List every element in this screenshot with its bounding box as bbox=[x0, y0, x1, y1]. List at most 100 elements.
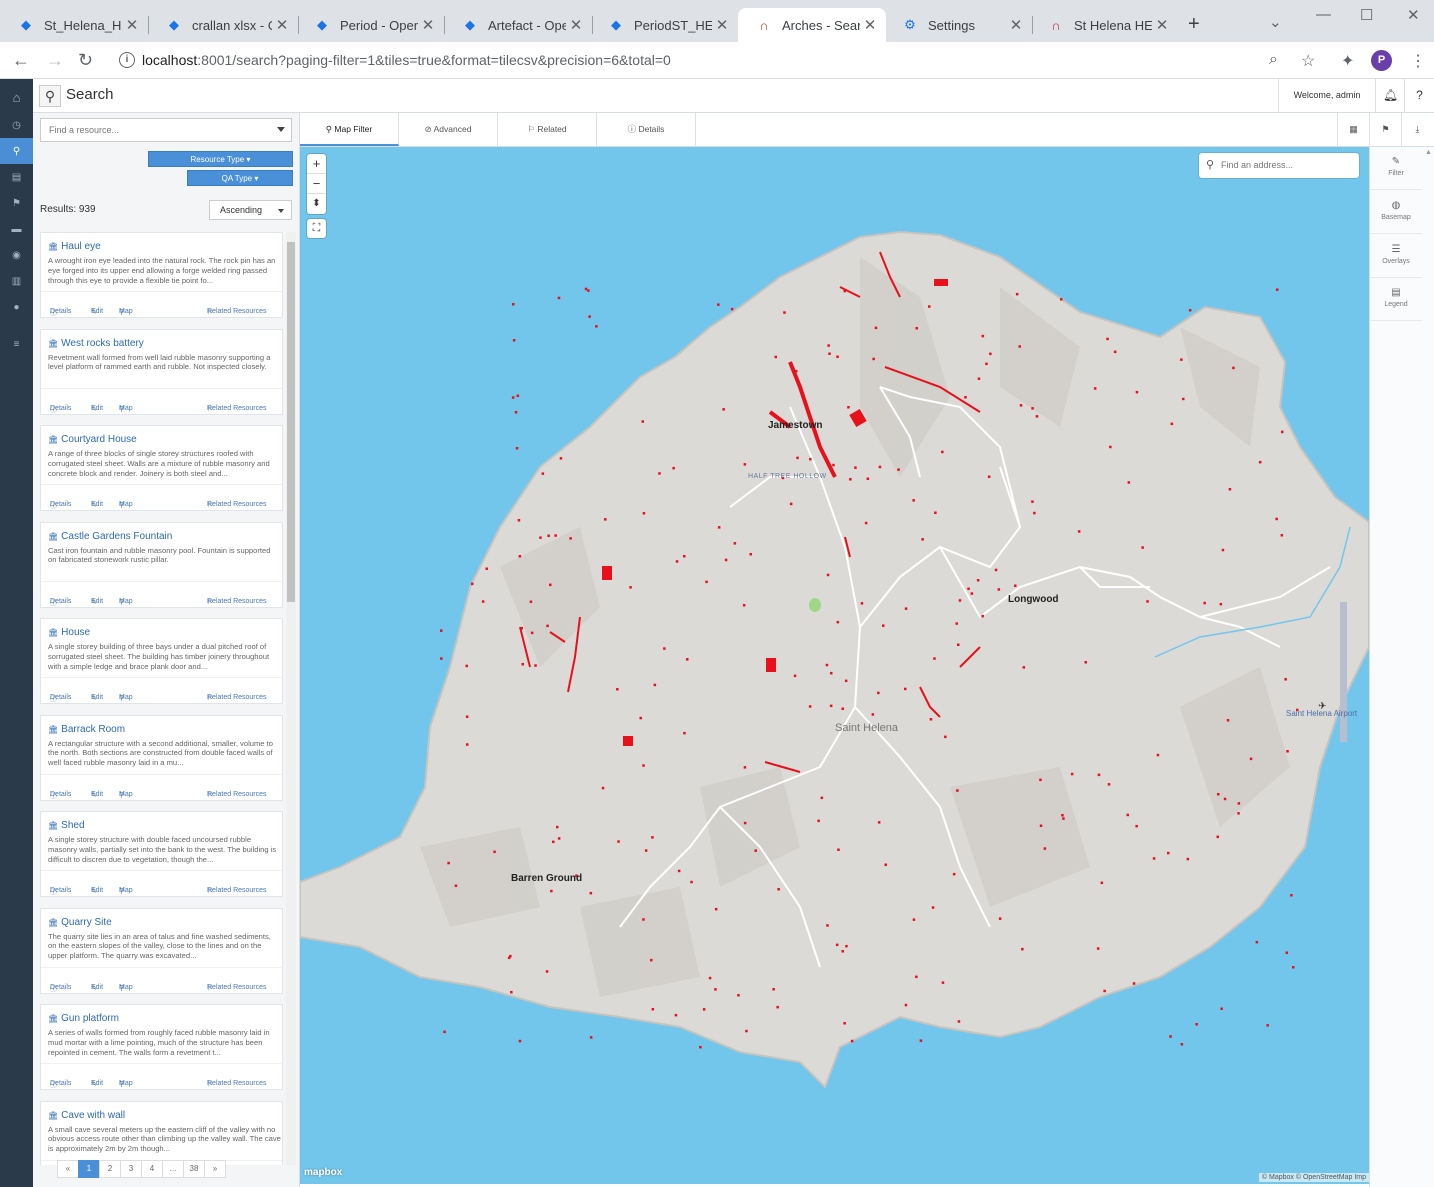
page-4[interactable]: 4 bbox=[141, 1160, 163, 1178]
fullscreen-icon[interactable]: ⛶ bbox=[307, 219, 326, 238]
page-2[interactable]: 2 bbox=[99, 1160, 121, 1178]
collector-icon[interactable]: ▬ bbox=[0, 216, 33, 242]
result-title[interactable]: 🏛︎ Barrack Room bbox=[48, 724, 125, 735]
zoom-icon[interactable]: ⌕ bbox=[1269, 51, 1278, 69]
close-icon[interactable]: ✕ bbox=[712, 16, 732, 34]
download-icon[interactable]: ⤓ bbox=[1401, 113, 1433, 146]
welcome-user[interactable]: Welcome, admin bbox=[1278, 79, 1375, 112]
result-title[interactable]: 🏛︎ Cave with wall bbox=[48, 1110, 125, 1121]
result-title-text[interactable]: Castle Gardens Fountain bbox=[61, 531, 172, 542]
compass-icon[interactable]: ⬍ bbox=[307, 194, 326, 214]
result-card[interactable]: 🏛︎ House A single storey building of three… bbox=[40, 618, 283, 704]
result-title[interactable]: 🏛︎ Shed bbox=[48, 820, 85, 831]
bookmark-icon[interactable]: ⚑ bbox=[1369, 113, 1401, 146]
result-title-text[interactable]: Cave with wall bbox=[61, 1110, 125, 1121]
result-card[interactable]: 🏛︎ Castle Gardens Fountain Cast iron fount… bbox=[40, 521, 283, 608]
zoom-in-button[interactable]: + bbox=[307, 154, 326, 174]
map-view[interactable]: ✈ + − ⬍ ⛶ ⚲ Find an address... Jamestown… bbox=[300, 147, 1369, 1184]
result-title[interactable]: 🏛︎ Quarry Site bbox=[48, 917, 112, 928]
tab-related[interactable]: ⚐ Related bbox=[498, 113, 597, 146]
result-card[interactable]: 🏛︎ Barrack Room A rectangular structure wi… bbox=[40, 714, 283, 801]
new-tab-icon[interactable]: + bbox=[1188, 13, 1200, 36]
zoom-out-button[interactable]: − bbox=[307, 174, 326, 194]
bookmark-nav-icon[interactable]: ⚑ bbox=[0, 190, 33, 216]
close-icon[interactable]: ✕ bbox=[566, 16, 586, 34]
close-icon[interactable]: ✕ bbox=[860, 16, 880, 34]
user-nav-icon[interactable]: ● bbox=[0, 294, 33, 320]
file-nav-icon[interactable]: ▥ bbox=[0, 268, 33, 294]
browser-tab-active[interactable]: ∩ Arches - Search ✕ bbox=[738, 8, 886, 42]
result-title[interactable]: 🏛︎ House bbox=[48, 627, 90, 638]
browser-tab[interactable]: ◆ St_Helena_Heri ✕ bbox=[0, 8, 148, 42]
bell-icon[interactable]: 🔔︎ bbox=[1375, 79, 1405, 112]
close-icon[interactable]: ✕ bbox=[418, 16, 438, 34]
globe-nav-icon[interactable]: ◉ bbox=[0, 242, 33, 268]
result-title[interactable]: 🏛︎ Courtyard House bbox=[48, 434, 137, 445]
result-title-text[interactable]: Gun platform bbox=[61, 1013, 119, 1024]
bookmark-star-icon[interactable]: ☆ bbox=[1301, 51, 1315, 71]
resource-icon[interactable]: ▤ bbox=[0, 164, 33, 190]
menu-icon[interactable]: ⋮ bbox=[1410, 51, 1426, 71]
result-title-text[interactable]: Shed bbox=[61, 820, 84, 831]
results-scrollbar[interactable] bbox=[286, 232, 296, 1165]
result-title[interactable]: 🏛︎ West rocks battery bbox=[48, 338, 144, 349]
address-bar[interactable]: localhost:8001/search?paging-filter=1&ti… bbox=[142, 52, 671, 68]
scroll-up-icon[interactable]: ▲ bbox=[1422, 149, 1434, 156]
arches-logo-icon[interactable]: ⌂ bbox=[0, 82, 33, 112]
extensions-icon[interactable]: ✦ bbox=[1341, 51, 1354, 71]
reload-icon[interactable]: ↻ bbox=[78, 50, 93, 71]
result-title-text[interactable]: Barrack Room bbox=[61, 724, 125, 735]
panel-scrollbar[interactable]: ▲ bbox=[1422, 147, 1434, 1187]
result-card[interactable]: 🏛︎ West rocks battery Revetment wall forme… bbox=[40, 328, 283, 415]
page-38[interactable]: 38 bbox=[183, 1160, 205, 1178]
result-title-text[interactable]: Haul eye bbox=[61, 241, 100, 252]
browser-tab[interactable]: ◆ PeriodST_HEler ✕ bbox=[590, 8, 738, 42]
info-icon[interactable]: i bbox=[119, 52, 135, 68]
sort-select[interactable]: Ascending bbox=[209, 200, 292, 220]
result-card[interactable]: 🏛︎ Haul eye A wrought iron eye leaded into… bbox=[40, 232, 283, 318]
close-icon[interactable]: ✕ bbox=[122, 16, 142, 34]
scrollbar-thumb[interactable] bbox=[287, 242, 295, 602]
close-icon[interactable]: ✕ bbox=[1152, 16, 1172, 34]
help-icon[interactable]: ? bbox=[1404, 79, 1434, 112]
tab-search-icon[interactable]: ⌄ bbox=[1269, 13, 1282, 31]
filter-tool[interactable]: ✎ Filter bbox=[1370, 147, 1422, 190]
result-card[interactable]: 🏛︎ Quarry Site The quarry site lies in an … bbox=[40, 907, 283, 994]
minimize-icon[interactable]: — bbox=[1316, 6, 1331, 23]
browser-tab[interactable]: ◆ crallan xlsx - Op ✕ bbox=[148, 8, 298, 42]
page-prev[interactable]: « bbox=[57, 1160, 79, 1178]
forward-icon[interactable]: → bbox=[46, 50, 64, 71]
result-card[interactable]: 🏛︎ Gun platform A series of walls formed f… bbox=[40, 1004, 283, 1090]
legend-tool[interactable]: ▤ Legend bbox=[1370, 278, 1422, 321]
back-icon[interactable]: ← bbox=[12, 50, 30, 71]
result-title[interactable]: 🏛︎ Gun platform bbox=[48, 1013, 119, 1024]
page-1[interactable]: 1 bbox=[78, 1160, 100, 1178]
browser-tab[interactable]: ◆ Artefact - Open ✕ bbox=[444, 8, 592, 42]
close-icon[interactable]: ✕ bbox=[272, 16, 292, 34]
result-title-text[interactable]: House bbox=[61, 627, 90, 638]
result-card[interactable]: 🏛︎ Cave with wall A small cave several met… bbox=[40, 1100, 283, 1165]
page-next[interactable]: » bbox=[204, 1160, 226, 1178]
browser-tab[interactable]: ∩ St Helena HER ✕ bbox=[1030, 8, 1178, 42]
address-search-input[interactable]: ⚲ Find an address... bbox=[1199, 153, 1359, 178]
result-title-text[interactable]: Courtyard House bbox=[61, 434, 137, 445]
page-3[interactable]: 3 bbox=[120, 1160, 142, 1178]
dashboard-icon[interactable]: ◷ bbox=[0, 112, 33, 138]
tab-map-filter[interactable]: ⚲ Map Filter bbox=[300, 113, 399, 146]
tab-advanced[interactable]: ⊘ Advanced bbox=[399, 113, 498, 146]
result-card[interactable]: 🏛︎ Courtyard House A range of three blocks… bbox=[40, 425, 283, 511]
overlays-tool[interactable]: ☰ Overlays bbox=[1370, 235, 1422, 278]
menu-nav-icon[interactable]: ≡ bbox=[0, 331, 33, 357]
find-resource-input[interactable]: Find a resource... bbox=[40, 118, 292, 142]
profile-avatar[interactable]: P bbox=[1371, 50, 1392, 71]
search-nav-icon[interactable]: ⚲ bbox=[0, 138, 33, 164]
window-close-icon[interactable]: ✕ bbox=[1407, 6, 1420, 24]
qa-type-button[interactable]: QA Type ▾ bbox=[187, 170, 293, 186]
calendar-icon[interactable]: ▦ bbox=[1337, 113, 1369, 146]
tab-details[interactable]: ⓘ Details bbox=[597, 113, 696, 146]
maximize-icon[interactable]: ☐ bbox=[1360, 6, 1373, 24]
mapbox-logo[interactable]: mapbox bbox=[304, 1167, 342, 1178]
result-title[interactable]: 🏛︎ Haul eye bbox=[48, 241, 101, 252]
close-icon[interactable]: ✕ bbox=[1006, 16, 1026, 34]
map-attribution[interactable]: © Mapbox © OpenStreetMap Imp bbox=[1258, 1173, 1369, 1182]
